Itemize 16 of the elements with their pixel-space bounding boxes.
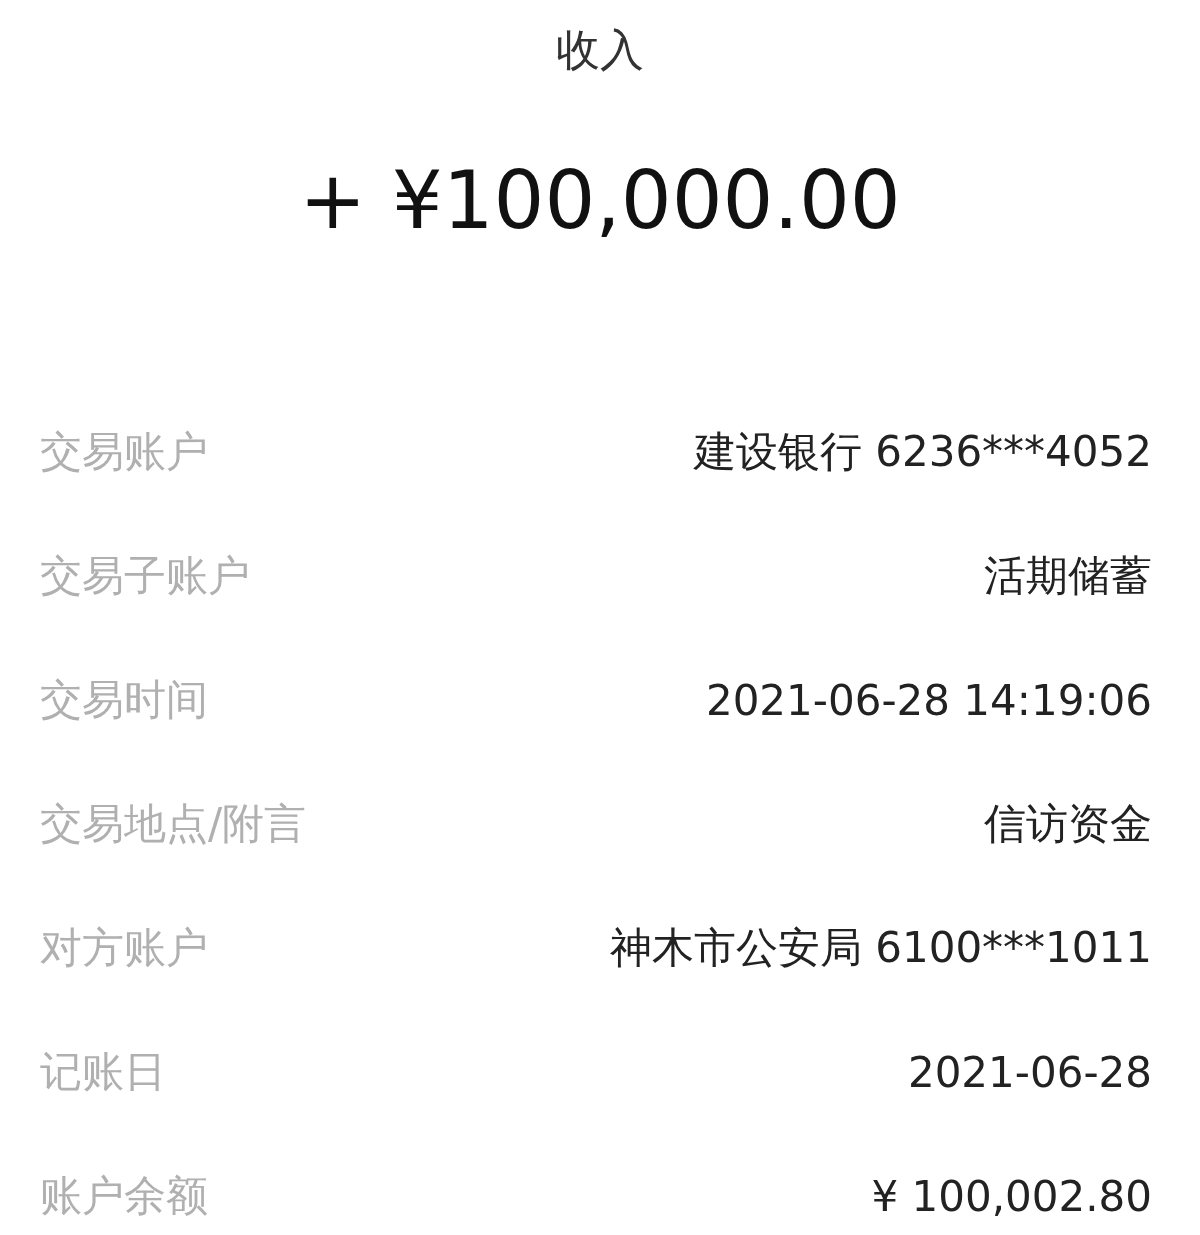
detail-value: 活期储蓄 [984,550,1152,602]
detail-label: 账户余额 [40,1170,208,1222]
detail-label: 交易子账户 [40,550,250,602]
detail-value: 信访资金 [984,798,1152,850]
detail-label: 对方账户 [40,922,208,974]
detail-label: 交易账户 [40,426,208,478]
detail-value: 2021-06-28 14:19:06 [705,675,1152,725]
detail-label: 交易地点/附言 [40,798,307,850]
amount-text: + ¥100,000.00 [298,152,902,249]
detail-label: 交易时间 [40,674,208,726]
page-title: 收入 [555,22,645,77]
detail-value: 建设银行 6236***4052 [693,426,1152,478]
detail-label: 记账日 [40,1046,166,1098]
detail-value: 神木市公安局 6100***1011 [609,922,1152,974]
detail-value: ¥ 100,002.80 [871,1171,1152,1221]
detail-value: 2021-06-28 [907,1047,1152,1097]
